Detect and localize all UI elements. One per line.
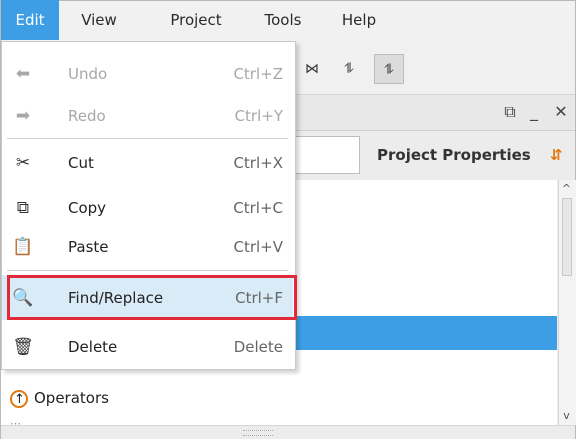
menu-item-paste[interactable]: 📋 Paste Ctrl+V — [2, 224, 293, 270]
scroll-down-icon[interactable]: v — [558, 408, 575, 424]
menu-separator — [7, 270, 288, 271]
redo-icon: ➡ — [15, 106, 31, 126]
tab-project-properties[interactable]: Project Properties ⇵ — [368, 136, 575, 174]
menu-separator — [7, 138, 288, 139]
undo-icon: ⬅ — [15, 64, 31, 84]
menu-item-label: Delete — [68, 338, 118, 356]
grip-handle[interactable] — [243, 430, 273, 436]
menu-item-label: Cut — [68, 154, 94, 172]
operators-icon — [10, 388, 28, 412]
restore-icon[interactable]: ⧉ — [500, 100, 520, 124]
sort-icon[interactable]: ⥮ — [334, 54, 364, 84]
menu-item-shortcut: Ctrl+V — [233, 238, 283, 256]
scissors-icon: ✂ — [15, 153, 31, 173]
menu-tools[interactable]: Tools — [255, 0, 311, 40]
close-icon[interactable]: ✕ — [550, 100, 572, 124]
menu-item-shortcut: Ctrl+X — [233, 154, 283, 172]
menu-help[interactable]: Help — [335, 0, 383, 40]
tab-label: Project Properties — [377, 146, 531, 164]
scrollbar-thumb[interactable] — [562, 198, 572, 276]
menu-item-label: Undo — [68, 65, 108, 83]
menu-item-label: Paste — [68, 238, 109, 256]
scroll-up-icon[interactable]: ^ — [558, 181, 575, 197]
tree-selected-row[interactable] — [288, 316, 557, 350]
tree-item-label: Operators — [34, 389, 109, 407]
tree-item-operators[interactable]: Operators — [10, 386, 109, 412]
menu-view[interactable]: View — [75, 0, 123, 40]
menu-item-shortcut: Ctrl+Y — [234, 107, 283, 125]
menu-item-shortcut: Ctrl+Z — [233, 65, 283, 83]
sort-pressed-icon[interactable]: ⥮ — [374, 54, 404, 84]
horizontal-scrollbar[interactable] — [1, 425, 575, 439]
menu-item-cut[interactable]: ✂ Cut Ctrl+X — [2, 140, 293, 186]
minimize-icon[interactable]: _ — [524, 100, 544, 124]
search-input[interactable] — [290, 136, 360, 174]
clipboard-icon: 📋 — [12, 237, 34, 257]
menu-project[interactable]: Project — [160, 0, 232, 40]
trash-icon: 🗑 — [12, 337, 34, 357]
find-replace-highlight — [7, 275, 297, 320]
menu-edit[interactable]: Edit — [1, 0, 59, 40]
properties-icon: ⇵ — [550, 146, 563, 164]
menu-item-delete[interactable]: 🗑 Delete Delete — [2, 324, 293, 370]
menu-item-label: Redo — [68, 107, 106, 125]
align-icon[interactable]: ⋈ — [297, 54, 327, 84]
menu-item-shortcut: Delete — [233, 338, 283, 356]
menu-item-redo[interactable]: ➡ Redo Ctrl+Y — [2, 93, 293, 139]
menu-item-undo[interactable]: ⬅ Undo Ctrl+Z — [2, 51, 293, 97]
